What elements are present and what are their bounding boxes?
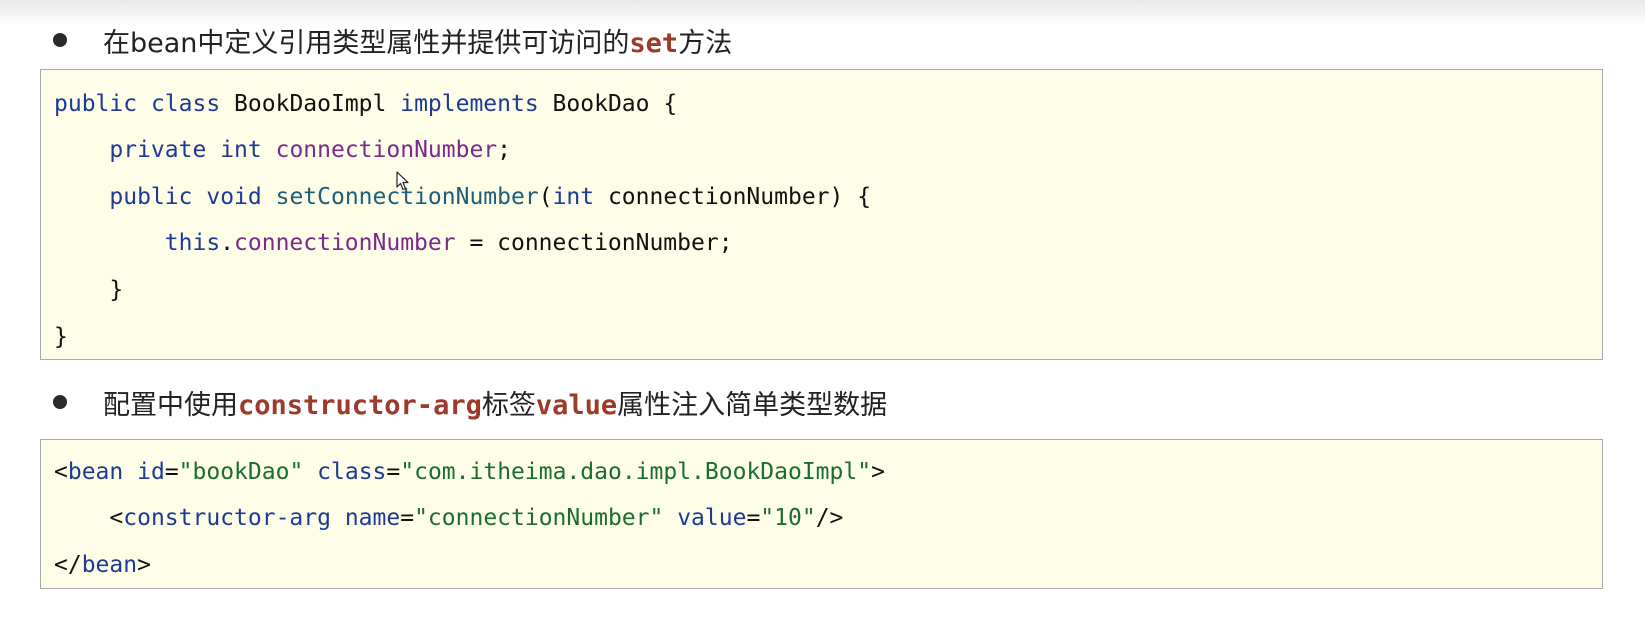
code-token: < [54, 505, 124, 531]
code-line: public void setConnectionNumber(int conn… [54, 182, 871, 212]
bullet-text-prefix: 配置中使用 [103, 389, 238, 421]
code-token: BookDaoImpl [220, 91, 401, 117]
bullet-text-middle: 标签 [481, 389, 536, 421]
code-token: </ [54, 552, 82, 578]
code-line: } [54, 322, 68, 352]
code-token: value [677, 505, 747, 531]
code-line: this.connectionNumber = connectionNumber… [54, 228, 733, 258]
mouse-pointer-icon [396, 171, 409, 191]
code-token: public [54, 91, 138, 117]
code-token: class [317, 459, 387, 485]
code-token: constructor-arg [123, 505, 331, 531]
code-token: ; [497, 137, 512, 163]
code-token: private [109, 137, 207, 163]
code-token: "connectionNumber" [414, 505, 664, 531]
code-token: /> [815, 505, 844, 531]
code-token: bean [67, 459, 124, 485]
bullet-dot-icon [53, 33, 67, 47]
code-token: bean [81, 552, 138, 578]
code-token: = [164, 459, 179, 485]
code-token: class [150, 91, 221, 117]
code-token: public [109, 184, 193, 210]
code-token: "10" [760, 505, 816, 531]
code-token: > [871, 459, 885, 485]
bullet-item-constructor-arg: 配置中使用constructor-arg标签value属性注入简单类型数据 [53, 380, 887, 424]
code-line: } [54, 275, 123, 305]
code-line: <bean id="bookDao" class="com.itheima.da… [54, 457, 885, 487]
code-token: connectionNumber) { [594, 184, 872, 210]
code-token: connectionNumber [275, 137, 498, 163]
bullet-keyword-constructor-arg: constructor-arg [238, 389, 482, 421]
code-token: = connectionNumber; [455, 230, 733, 256]
bullet-keyword-set: set [629, 27, 679, 59]
code-token: } [54, 324, 68, 350]
code-token: void [206, 184, 262, 210]
code-token: = [386, 459, 401, 485]
code-line: <constructor-arg name="connectionNumber"… [54, 503, 843, 533]
code-line: private int connectionNumber; [54, 135, 511, 165]
bullet-text-prefix: 在bean中定义引用类型属性并提供可访问的 [103, 27, 630, 59]
code-token: = [400, 505, 415, 531]
bullet-text-suffix: 属性注入简单类型数据 [617, 389, 888, 421]
code-token: > [137, 552, 151, 578]
bullet-dot-icon [53, 395, 67, 409]
bullet-keyword-value: value [535, 389, 618, 421]
code-token: int [552, 184, 595, 210]
code-token: implements [400, 91, 539, 117]
xml-code-block: <bean id="bookDao" class="com.itheima.da… [40, 439, 1603, 589]
bullet-text-suffix: 方法 [678, 27, 733, 59]
code-token: "com.itheima.dao.impl.BookDaoImpl" [400, 459, 872, 485]
code-token: "bookDao" [178, 459, 304, 485]
code-token: BookDao { [538, 91, 678, 117]
code-token: = [746, 505, 761, 531]
code-line: </bean> [54, 550, 151, 580]
code-token: ( [538, 184, 553, 210]
code-token: connectionNumber [234, 230, 456, 256]
code-token: } [54, 277, 124, 303]
code-token: name [344, 505, 401, 531]
code-token: . [220, 230, 235, 256]
code-token: id [137, 459, 165, 485]
code-line: public class BookDaoImpl implements Book… [54, 89, 677, 119]
bullet-text: 配置中使用constructor-arg标签value属性注入简单类型数据 [103, 383, 887, 422]
code-token: int [220, 137, 262, 163]
code-token: this [164, 230, 221, 256]
bullet-item-set-method: 在bean中定义引用类型属性并提供可访问的set方法 [53, 18, 732, 62]
code-token: < [54, 459, 68, 485]
bullet-text: 在bean中定义引用类型属性并提供可访问的set方法 [103, 21, 732, 60]
java-code-block: public class BookDaoImpl implements Book… [40, 69, 1603, 360]
